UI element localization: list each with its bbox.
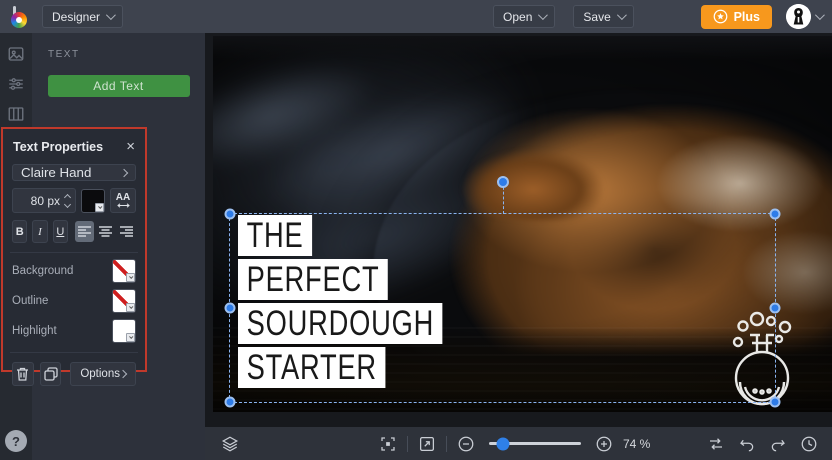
befunky-logo-icon[interactable] <box>10 5 32 29</box>
designer-menu-button[interactable]: Designer <box>42 5 124 28</box>
resize-handle-top-left[interactable] <box>224 208 236 220</box>
canvas-workspace[interactable]: THE PERFECT SOURDOUGH STARTER <box>205 33 832 427</box>
options-button[interactable]: Options <box>70 362 136 386</box>
duplicate-button[interactable] <box>39 362 62 386</box>
align-left-button[interactable] <box>74 221 94 242</box>
align-left-icon <box>77 226 91 237</box>
avatar <box>786 4 811 29</box>
background-color-swatch[interactable] <box>112 259 136 283</box>
selection-box[interactable] <box>224 176 781 408</box>
designer-app: Designer Open Save Plus ? TEXT Add Text … <box>0 0 832 460</box>
add-text-button[interactable]: Add Text <box>47 75 190 97</box>
chevron-right-icon <box>119 168 129 177</box>
chevron-down-icon <box>814 10 825 21</box>
bottom-toolbar: 74 % <box>205 427 832 460</box>
resize-handle-mid-left[interactable] <box>224 302 236 314</box>
align-center-button[interactable] <box>96 221 115 242</box>
align-center-icon <box>98 226 112 237</box>
account-menu[interactable] <box>786 4 825 29</box>
save-button[interactable]: Save <box>573 5 634 28</box>
font-name: Claire Hand <box>21 165 92 180</box>
image-tool-icon[interactable] <box>7 45 25 63</box>
italic-button[interactable]: I <box>32 220 48 243</box>
help-button[interactable]: ? <box>5 430 27 452</box>
double-arrow-icon <box>116 203 130 208</box>
font-color-swatch[interactable] <box>81 188 105 213</box>
avatar-illustration-icon <box>786 4 811 29</box>
panel-title: TEXT <box>48 49 80 60</box>
font-size-value: 80 px <box>30 193 60 208</box>
swatch-dropdown-icon[interactable] <box>126 333 135 342</box>
resize-handle-bottom-right[interactable] <box>769 396 781 408</box>
delete-button[interactable] <box>12 362 34 386</box>
highlight-color-swatch[interactable] <box>112 319 136 343</box>
underline-button[interactable]: U <box>52 220 68 243</box>
align-right-icon <box>119 226 133 237</box>
zoom-percent: 74 % <box>623 436 651 451</box>
open-button[interactable]: Open <box>493 5 556 28</box>
zoom-slider[interactable] <box>489 437 581 450</box>
letter-spacing-button[interactable]: AA <box>110 188 136 213</box>
copy-icon <box>43 367 58 381</box>
chevron-down-icon <box>105 10 116 21</box>
text-properties-panel: Text Properties × Claire Hand 80 px AA B <box>1 127 147 386</box>
font-size-input[interactable]: 80 px <box>12 188 76 213</box>
swatch-dropdown-icon[interactable] <box>95 202 104 212</box>
align-right-button[interactable] <box>117 221 136 242</box>
zoom-in-button[interactable] <box>595 435 613 453</box>
swatch-dropdown-icon[interactable] <box>126 303 135 312</box>
undo-button[interactable] <box>738 435 756 453</box>
font-family-selector[interactable]: Claire Hand <box>12 164 136 181</box>
zoom-out-button[interactable] <box>457 435 475 453</box>
rotate-handle[interactable] <box>496 176 509 188</box>
plus-upgrade-button[interactable]: Plus <box>700 4 772 29</box>
chevron-right-icon <box>118 369 128 379</box>
adjust-sliders-icon[interactable] <box>7 75 25 93</box>
zoom-slider-knob[interactable] <box>496 437 510 450</box>
bold-button[interactable]: B <box>12 220 28 243</box>
resize-canvas-icon[interactable] <box>418 435 436 453</box>
background-label: Background <box>12 265 74 277</box>
layout-columns-icon[interactable] <box>7 105 25 123</box>
star-badge-icon <box>713 9 727 24</box>
compare-toggle-icon[interactable] <box>707 435 725 453</box>
resize-handle-top-right[interactable] <box>769 208 781 220</box>
resize-handle-bottom-left[interactable] <box>224 396 236 408</box>
layers-icon[interactable] <box>221 435 239 453</box>
redo-button[interactable] <box>769 435 787 453</box>
outline-label: Outline <box>12 295 49 307</box>
fit-to-screen-icon[interactable] <box>379 435 397 453</box>
outline-color-swatch[interactable] <box>112 289 136 313</box>
designer-menu-label: Designer <box>52 9 101 24</box>
highlight-label: Highlight <box>12 325 57 337</box>
close-icon[interactable]: × <box>126 139 135 154</box>
size-stepper[interactable] <box>63 193 72 208</box>
trash-icon <box>17 367 29 381</box>
chevron-down-icon <box>538 10 549 21</box>
swatch-dropdown-icon[interactable] <box>126 273 135 282</box>
props-title: Text Properties <box>13 139 104 154</box>
resize-handle-mid-right[interactable] <box>769 302 781 314</box>
history-icon[interactable] <box>800 435 818 453</box>
chevron-down-icon <box>616 10 627 21</box>
top-bar: Designer Open Save Plus <box>0 0 832 33</box>
